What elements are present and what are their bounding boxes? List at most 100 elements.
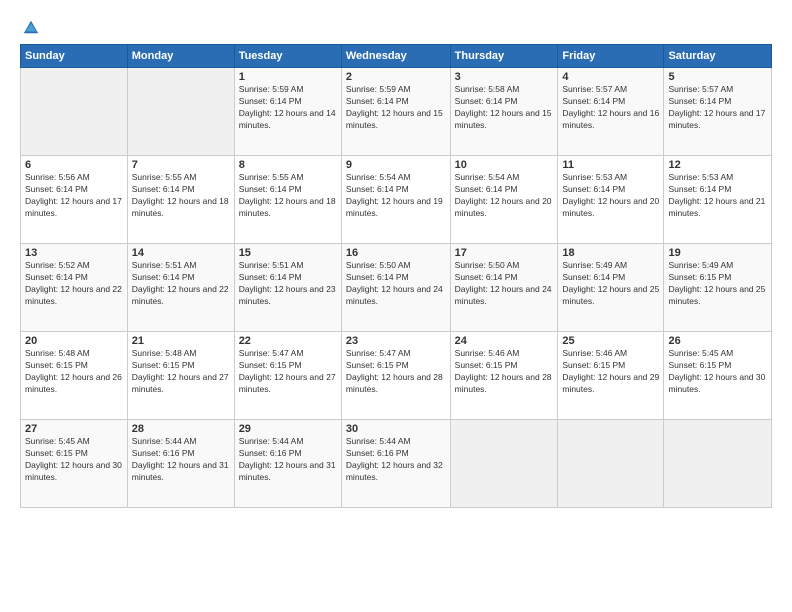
day-detail: Sunrise: 5:51 AM Sunset: 6:14 PM Dayligh… — [132, 260, 230, 308]
calendar-day-header: Thursday — [450, 45, 558, 68]
day-detail: Sunrise: 5:57 AM Sunset: 6:14 PM Dayligh… — [562, 84, 659, 132]
day-detail: Sunrise: 5:44 AM Sunset: 6:16 PM Dayligh… — [346, 436, 446, 484]
day-number: 27 — [25, 423, 123, 435]
day-detail: Sunrise: 5:47 AM Sunset: 6:15 PM Dayligh… — [239, 348, 337, 396]
day-detail: Sunrise: 5:54 AM Sunset: 6:14 PM Dayligh… — [455, 172, 554, 220]
day-detail: Sunrise: 5:46 AM Sunset: 6:15 PM Dayligh… — [455, 348, 554, 396]
calendar-cell: 28Sunrise: 5:44 AM Sunset: 6:16 PM Dayli… — [127, 420, 234, 508]
day-detail: Sunrise: 5:51 AM Sunset: 6:14 PM Dayligh… — [239, 260, 337, 308]
calendar-week-row: 27Sunrise: 5:45 AM Sunset: 6:15 PM Dayli… — [21, 420, 772, 508]
day-detail: Sunrise: 5:59 AM Sunset: 6:14 PM Dayligh… — [346, 84, 446, 132]
page: SundayMondayTuesdayWednesdayThursdayFrid… — [0, 0, 792, 612]
day-detail: Sunrise: 5:57 AM Sunset: 6:14 PM Dayligh… — [668, 84, 767, 132]
day-number: 19 — [668, 247, 767, 259]
day-number: 5 — [668, 71, 767, 83]
calendar-cell: 5Sunrise: 5:57 AM Sunset: 6:14 PM Daylig… — [664, 68, 772, 156]
day-detail: Sunrise: 5:59 AM Sunset: 6:14 PM Dayligh… — [239, 84, 337, 132]
calendar-week-row: 20Sunrise: 5:48 AM Sunset: 6:15 PM Dayli… — [21, 332, 772, 420]
calendar-cell: 29Sunrise: 5:44 AM Sunset: 6:16 PM Dayli… — [234, 420, 341, 508]
calendar-header-row: SundayMondayTuesdayWednesdayThursdayFrid… — [21, 45, 772, 68]
calendar-day-header: Friday — [558, 45, 664, 68]
calendar-cell: 30Sunrise: 5:44 AM Sunset: 6:16 PM Dayli… — [341, 420, 450, 508]
day-number: 4 — [562, 71, 659, 83]
logo-icon — [22, 18, 40, 36]
calendar-cell: 16Sunrise: 5:50 AM Sunset: 6:14 PM Dayli… — [341, 244, 450, 332]
calendar-cell: 20Sunrise: 5:48 AM Sunset: 6:15 PM Dayli… — [21, 332, 128, 420]
calendar-cell: 25Sunrise: 5:46 AM Sunset: 6:15 PM Dayli… — [558, 332, 664, 420]
calendar-cell — [450, 420, 558, 508]
day-number: 23 — [346, 335, 446, 347]
day-detail: Sunrise: 5:55 AM Sunset: 6:14 PM Dayligh… — [132, 172, 230, 220]
day-detail: Sunrise: 5:49 AM Sunset: 6:14 PM Dayligh… — [562, 260, 659, 308]
calendar-table: SundayMondayTuesdayWednesdayThursdayFrid… — [20, 44, 772, 508]
day-detail: Sunrise: 5:49 AM Sunset: 6:15 PM Dayligh… — [668, 260, 767, 308]
day-number: 11 — [562, 159, 659, 171]
day-detail: Sunrise: 5:55 AM Sunset: 6:14 PM Dayligh… — [239, 172, 337, 220]
calendar-week-row: 13Sunrise: 5:52 AM Sunset: 6:14 PM Dayli… — [21, 244, 772, 332]
day-number: 29 — [239, 423, 337, 435]
day-number: 20 — [25, 335, 123, 347]
day-number: 1 — [239, 71, 337, 83]
day-number: 10 — [455, 159, 554, 171]
logo — [20, 18, 40, 36]
calendar-cell — [664, 420, 772, 508]
day-detail: Sunrise: 5:53 AM Sunset: 6:14 PM Dayligh… — [562, 172, 659, 220]
day-number: 30 — [346, 423, 446, 435]
day-number: 22 — [239, 335, 337, 347]
day-number: 16 — [346, 247, 446, 259]
day-detail: Sunrise: 5:53 AM Sunset: 6:14 PM Dayligh… — [668, 172, 767, 220]
day-detail: Sunrise: 5:56 AM Sunset: 6:14 PM Dayligh… — [25, 172, 123, 220]
calendar-cell: 10Sunrise: 5:54 AM Sunset: 6:14 PM Dayli… — [450, 156, 558, 244]
day-detail: Sunrise: 5:48 AM Sunset: 6:15 PM Dayligh… — [25, 348, 123, 396]
day-detail: Sunrise: 5:48 AM Sunset: 6:15 PM Dayligh… — [132, 348, 230, 396]
calendar-week-row: 6Sunrise: 5:56 AM Sunset: 6:14 PM Daylig… — [21, 156, 772, 244]
calendar-day-header: Sunday — [21, 45, 128, 68]
calendar-cell: 13Sunrise: 5:52 AM Sunset: 6:14 PM Dayli… — [21, 244, 128, 332]
day-number: 17 — [455, 247, 554, 259]
calendar-day-header: Saturday — [664, 45, 772, 68]
calendar-day-header: Wednesday — [341, 45, 450, 68]
calendar-cell: 22Sunrise: 5:47 AM Sunset: 6:15 PM Dayli… — [234, 332, 341, 420]
day-number: 21 — [132, 335, 230, 347]
calendar-cell: 17Sunrise: 5:50 AM Sunset: 6:14 PM Dayli… — [450, 244, 558, 332]
day-number: 2 — [346, 71, 446, 83]
day-number: 6 — [25, 159, 123, 171]
calendar-week-row: 1Sunrise: 5:59 AM Sunset: 6:14 PM Daylig… — [21, 68, 772, 156]
calendar-cell: 7Sunrise: 5:55 AM Sunset: 6:14 PM Daylig… — [127, 156, 234, 244]
day-number: 13 — [25, 247, 123, 259]
calendar-cell — [127, 68, 234, 156]
calendar-cell: 21Sunrise: 5:48 AM Sunset: 6:15 PM Dayli… — [127, 332, 234, 420]
day-number: 9 — [346, 159, 446, 171]
calendar-day-header: Tuesday — [234, 45, 341, 68]
calendar-cell: 2Sunrise: 5:59 AM Sunset: 6:14 PM Daylig… — [341, 68, 450, 156]
calendar-cell: 14Sunrise: 5:51 AM Sunset: 6:14 PM Dayli… — [127, 244, 234, 332]
calendar-cell: 3Sunrise: 5:58 AM Sunset: 6:14 PM Daylig… — [450, 68, 558, 156]
header — [20, 18, 772, 36]
calendar-cell: 19Sunrise: 5:49 AM Sunset: 6:15 PM Dayli… — [664, 244, 772, 332]
day-number: 25 — [562, 335, 659, 347]
day-detail: Sunrise: 5:45 AM Sunset: 6:15 PM Dayligh… — [25, 436, 123, 484]
calendar-cell: 8Sunrise: 5:55 AM Sunset: 6:14 PM Daylig… — [234, 156, 341, 244]
calendar-cell: 9Sunrise: 5:54 AM Sunset: 6:14 PM Daylig… — [341, 156, 450, 244]
calendar-cell: 1Sunrise: 5:59 AM Sunset: 6:14 PM Daylig… — [234, 68, 341, 156]
day-number: 15 — [239, 247, 337, 259]
calendar-cell — [21, 68, 128, 156]
day-number: 28 — [132, 423, 230, 435]
day-number: 12 — [668, 159, 767, 171]
day-detail: Sunrise: 5:50 AM Sunset: 6:14 PM Dayligh… — [346, 260, 446, 308]
calendar-cell: 4Sunrise: 5:57 AM Sunset: 6:14 PM Daylig… — [558, 68, 664, 156]
day-number: 24 — [455, 335, 554, 347]
calendar-cell — [558, 420, 664, 508]
day-detail: Sunrise: 5:50 AM Sunset: 6:14 PM Dayligh… — [455, 260, 554, 308]
day-detail: Sunrise: 5:52 AM Sunset: 6:14 PM Dayligh… — [25, 260, 123, 308]
calendar-cell: 24Sunrise: 5:46 AM Sunset: 6:15 PM Dayli… — [450, 332, 558, 420]
day-detail: Sunrise: 5:47 AM Sunset: 6:15 PM Dayligh… — [346, 348, 446, 396]
day-number: 14 — [132, 247, 230, 259]
day-detail: Sunrise: 5:46 AM Sunset: 6:15 PM Dayligh… — [562, 348, 659, 396]
day-detail: Sunrise: 5:58 AM Sunset: 6:14 PM Dayligh… — [455, 84, 554, 132]
day-number: 3 — [455, 71, 554, 83]
day-detail: Sunrise: 5:44 AM Sunset: 6:16 PM Dayligh… — [239, 436, 337, 484]
calendar-cell: 15Sunrise: 5:51 AM Sunset: 6:14 PM Dayli… — [234, 244, 341, 332]
day-number: 7 — [132, 159, 230, 171]
day-number: 18 — [562, 247, 659, 259]
